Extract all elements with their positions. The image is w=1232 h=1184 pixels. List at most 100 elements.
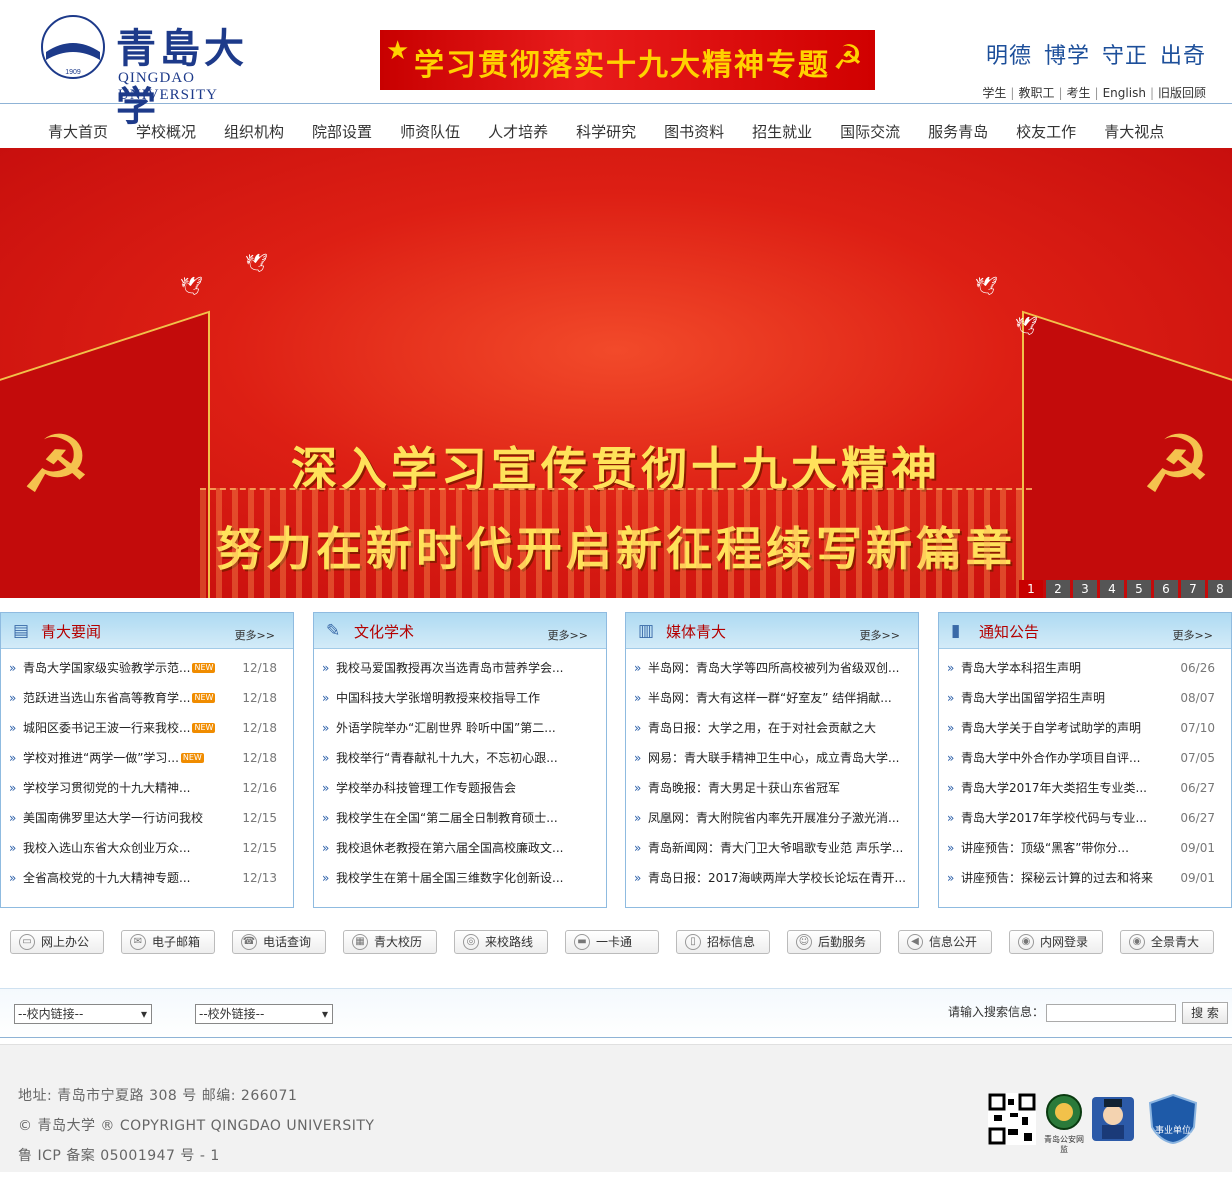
list-item[interactable]: 中国科技大学张增明教授来校指导工作 [314, 687, 606, 717]
nav-item-international[interactable]: 国际交流 [826, 104, 914, 148]
list-item[interactable]: 范跃进当选山东省高等教育学...NEW12/18 [1, 687, 293, 717]
list-item[interactable]: 青岛新闻网：青大门卫大爷唱歌专业范 声乐学... [626, 837, 918, 867]
nav-item-library[interactable]: 图书资料 [650, 104, 738, 148]
list-item[interactable]: 青岛大学2017年大类招生专业类...06/27 [939, 777, 1231, 807]
list-item[interactable]: 网易：青大联手精神卫生中心，成立青岛大学... [626, 747, 918, 777]
footer-icp[interactable]: 鲁 ICP 备案 05001947 号 - 1 [18, 1145, 220, 1165]
link-students[interactable]: 学生 [982, 86, 1006, 100]
link-english[interactable]: English [1103, 86, 1146, 100]
quick-link-route[interactable]: ◎ 来校路线 [454, 930, 548, 954]
list-item[interactable]: 我校学生在第十届全国三维数字化创新设... [314, 867, 606, 897]
search-button[interactable]: 搜 索 [1182, 1002, 1228, 1024]
list-item[interactable]: 我校退休老教授在第六届全国高校廉政文... [314, 837, 606, 867]
search-input[interactable] [1046, 1004, 1176, 1022]
more-link[interactable]: 更多>> [235, 627, 275, 643]
quick-link-logistics[interactable]: ☺ 后勤服务 [787, 930, 881, 954]
list-item[interactable]: 学校学习贯彻党的十九大精神...12/16 [1, 777, 293, 807]
nav-item-viewpoint[interactable]: 青大视点 [1090, 104, 1178, 148]
slider-page-button[interactable]: 4 [1100, 580, 1124, 598]
list-item[interactable]: 青岛大学中外合作办学项目自评...07/05 [939, 747, 1231, 777]
nav-item-alumni[interactable]: 校友工作 [1002, 104, 1090, 148]
quick-link-phone[interactable]: ☎ 电话查询 [232, 930, 326, 954]
list-item[interactable]: 学校对推进“两学一做”学习...NEW12/18 [1, 747, 293, 777]
news-box-header: ▥ 媒体青大 更多>> [626, 613, 918, 649]
slider-page-button[interactable]: 8 [1208, 580, 1232, 598]
list-item[interactable]: 青岛大学本科招生声明06/26 [939, 657, 1231, 687]
quick-link-office[interactable]: ▭ 网上办公 [10, 930, 104, 954]
shield-icon [1148, 1093, 1198, 1145]
list-item[interactable]: 学校举办科技管理工作专题报告会 [314, 777, 606, 807]
list-item[interactable]: 我校举行“青春献礼十九大，不忘初心跟... [314, 747, 606, 777]
list-item[interactable]: 外语学院举办“汇剧世界 聆听中国”第二... [314, 717, 606, 747]
nav-item-admissions[interactable]: 招生就业 [738, 104, 826, 148]
quick-link-panorama[interactable]: ◉ 全景青大 [1120, 930, 1214, 954]
list-item[interactable]: 青岛大学2017年学校代码与专业...06/27 [939, 807, 1231, 837]
public-institution-badge[interactable]: 事业单位 [1146, 1093, 1200, 1145]
topic-banner-title: 学习贯彻落实十九大精神专题 [414, 48, 830, 83]
more-link[interactable]: 更多>> [548, 627, 588, 643]
footer-copyright: © 青岛大学 ® COPYRIGHT QINGDAO UNIVERSITY [18, 1118, 375, 1134]
nav-item-research[interactable]: 科学研究 [562, 104, 650, 148]
list-item[interactable]: 讲座预告：探秘云计算的过去和将来09/01 [939, 867, 1231, 897]
link-applicants[interactable]: 考生 [1067, 86, 1091, 100]
list-item[interactable]: 凤凰网：青大附院省内率先开展准分子激光消... [626, 807, 918, 837]
slider-page-button[interactable]: 7 [1181, 580, 1205, 598]
search-bar: --校内链接-- --校外链接-- 请输入搜索信息： 搜 索 [0, 988, 1232, 1038]
police-badge[interactable]: 青岛公安网监 [1042, 1093, 1086, 1154]
list-item[interactable]: 半岛网：青岛大学等四所高校被列为省级双创... [626, 657, 918, 687]
list-item[interactable]: 美国南佛罗里达大学一行访问我校12/15 [1, 807, 293, 837]
hero-slider[interactable]: ☭ ☭ 🕊 🕊 🕊 🕊 深入学习宣传贯彻十九大精神 努力在新时代开启新征程续写新… [0, 148, 1232, 598]
site-header: 1909 青島大学 QINGDAO UNIVERSITY ★ 学习贯彻落实十九大… [0, 0, 1232, 130]
slider-page-button[interactable]: 1 [1019, 580, 1043, 598]
slider-page-button[interactable]: 2 [1046, 580, 1070, 598]
quick-link-card[interactable]: ▬ 一卡通 [565, 930, 659, 954]
list-item[interactable]: 全省高校党的十九大精神专题...12/13 [1, 867, 293, 897]
phone-icon: ☎ [241, 934, 257, 950]
book-icon: ▥ [638, 621, 655, 641]
more-link[interactable]: 更多>> [860, 627, 900, 643]
list-item[interactable]: 青岛日报：大学之用，在于对社会贡献之大 [626, 717, 918, 747]
university-logo[interactable]: 1909 青島大学 QINGDAO UNIVERSITY [40, 8, 290, 130]
quick-link-email[interactable]: ✉ 电子邮箱 [121, 930, 215, 954]
list-item[interactable]: 我校学生在全国“第二届全日制教育硕士... [314, 807, 606, 837]
quick-link-calendar[interactable]: ▦ 青大校历 [343, 930, 437, 954]
audience-links: 学生 | 教职工 | 考生 | English | 旧版回顾 [982, 86, 1206, 100]
external-links-select[interactable]: --校外链接-- [195, 1004, 333, 1024]
cyber-police-icon[interactable] [1090, 1093, 1136, 1145]
list-item[interactable]: 青岛晚报：青大男足十获山东省冠军 [626, 777, 918, 807]
new-badge: NEW [192, 693, 216, 703]
star-icon: ★ [386, 36, 410, 66]
list-item[interactable]: 城阳区委书记王波一行来我校...NEW12/18 [1, 717, 293, 747]
quick-link-intranet[interactable]: ◉ 内网登录 [1009, 930, 1103, 954]
calendar-icon: ▦ [352, 934, 368, 950]
slider-page-button[interactable]: 6 [1154, 580, 1178, 598]
footer-address: 地址: 青岛市宁夏路 308 号 邮编: 266071 [18, 1088, 298, 1104]
list-item[interactable]: 我校入选山东省大众创业万众...12/15 [1, 837, 293, 867]
link-old-version[interactable]: 旧版回顾 [1158, 86, 1206, 100]
list-item[interactable]: 青岛日报：2017海峡两岸大学校长论坛在青开... [626, 867, 918, 897]
svg-text:1909: 1909 [65, 69, 81, 76]
list-item[interactable]: 我校马爱国教授再次当选青岛市营养学会... [314, 657, 606, 687]
list-item[interactable]: 青岛大学国家级实验教学示范...NEW12/18 [1, 657, 293, 687]
link-staff[interactable]: 教职工 [1018, 86, 1054, 100]
slider-page-button[interactable]: 5 [1127, 580, 1151, 598]
more-link[interactable]: 更多>> [1173, 627, 1213, 643]
list-item[interactable]: 讲座预告：顶级“黑客”带你分...09/01 [939, 837, 1231, 867]
nav-item-schools[interactable]: 院部设置 [298, 104, 386, 148]
mail-icon: ✉ [130, 934, 146, 950]
list-item[interactable]: 半岛网：青大有这样一群“好室友” 结伴捐献... [626, 687, 918, 717]
nav-item-home[interactable]: 青大首页 [34, 104, 122, 148]
university-emblem-icon: 1909 [41, 15, 105, 79]
topic-banner[interactable]: ★ 学习贯彻落实十九大精神专题 ☭ [380, 30, 875, 90]
nav-item-education[interactable]: 人才培养 [474, 104, 562, 148]
slider-page-button[interactable]: 3 [1073, 580, 1097, 598]
dove-icon: 🕊 [180, 276, 203, 297]
news-sections: ▤ 青大要闻 更多>> 青岛大学国家级实验教学示范...NEW12/18 范跃进… [0, 598, 1232, 910]
quick-link-disclosure[interactable]: ◀ 信息公开 [898, 930, 992, 954]
list-item[interactable]: 青岛大学关于自学考试助学的声明07/10 [939, 717, 1231, 747]
internal-links-select[interactable]: --校内链接-- [14, 1004, 152, 1024]
list-item[interactable]: 青岛大学出国留学招生声明08/07 [939, 687, 1231, 717]
quick-link-tender[interactable]: ▯ 招标信息 [676, 930, 770, 954]
nav-item-faculty[interactable]: 师资队伍 [386, 104, 474, 148]
nav-item-serve-qingdao[interactable]: 服务青岛 [914, 104, 1002, 148]
